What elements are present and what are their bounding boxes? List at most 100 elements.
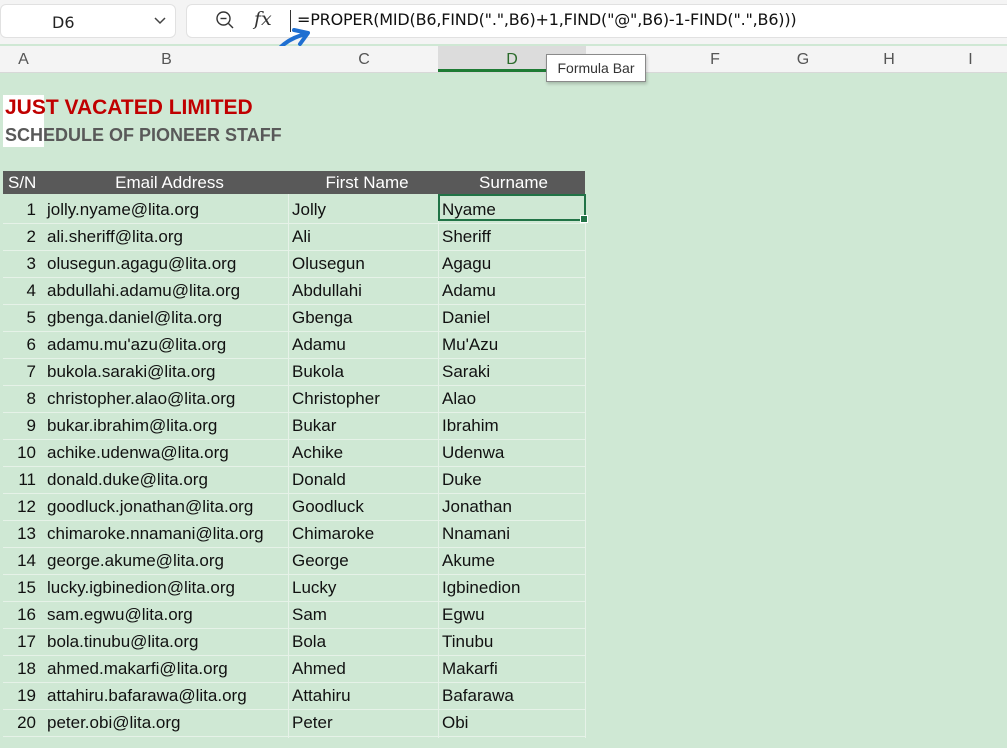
cell-surname[interactable]: Saraki [442, 358, 490, 385]
table-row: 18 ahmed.makarfi@lita.org Ahmed Makarfi [3, 655, 585, 683]
cell-email[interactable]: peter.obi@lita.org [47, 709, 181, 736]
cell-first-name[interactable]: Lucky [292, 574, 336, 601]
cell-sn[interactable]: 15 [3, 574, 36, 601]
column-header-a[interactable]: A [3, 46, 44, 72]
cell-surname[interactable]: Jonathan [442, 493, 512, 520]
column-header-bar: A B C D F G H I [0, 46, 1007, 73]
cell-surname[interactable]: Mu'Azu [442, 331, 498, 358]
column-header-g[interactable]: G [762, 46, 844, 72]
cell-sn[interactable]: 20 [3, 709, 36, 736]
cell-first-name[interactable]: Attahiru [292, 682, 351, 709]
cell-sn[interactable]: 5 [3, 304, 36, 331]
cell-first-name[interactable]: Donald [292, 466, 346, 493]
cell-surname[interactable]: Tinubu [442, 628, 493, 655]
cell-email[interactable]: ali.sheriff@lita.org [47, 223, 183, 250]
cell-first-name[interactable]: Peter [292, 709, 333, 736]
cell-sn[interactable]: 19 [3, 682, 36, 709]
cell-email[interactable]: attahiru.bafarawa@lita.org [47, 682, 247, 709]
cell-sn[interactable]: 8 [3, 385, 36, 412]
cell-first-name[interactable]: Christopher [292, 385, 380, 412]
cell-first-name[interactable]: Bukar [292, 412, 336, 439]
cell-surname[interactable]: Bafarawa [442, 682, 514, 709]
cell-surname[interactable]: Igbinedion [442, 574, 520, 601]
cell-sn[interactable]: 10 [3, 439, 36, 466]
cell-first-name[interactable]: Achike [292, 439, 343, 466]
name-box[interactable]: D6 [0, 4, 176, 38]
cell-email[interactable]: abdullahi.adamu@lita.org [47, 277, 240, 304]
cell-first-name[interactable]: Ahmed [292, 655, 346, 682]
cell-email[interactable]: sam.egwu@lita.org [47, 601, 193, 628]
cell-surname[interactable]: Akume [442, 547, 495, 574]
cell-first-name[interactable]: Adamu [292, 331, 346, 358]
cell-sn[interactable]: 4 [3, 277, 36, 304]
cell-surname[interactable]: Adamu [442, 277, 496, 304]
zoom-out-icon[interactable] [215, 10, 235, 30]
formula-bar-tooltip: Formula Bar [546, 54, 646, 82]
cell-surname[interactable]: Obi [442, 709, 468, 736]
cell-surname[interactable]: Alao [442, 385, 476, 412]
cell-email[interactable]: gbenga.daniel@lita.org [47, 304, 222, 331]
cell-email[interactable]: ahmed.makarfi@lita.org [47, 655, 228, 682]
cell-sn[interactable]: 11 [3, 466, 36, 493]
selected-cell[interactable] [438, 194, 588, 223]
cell-surname[interactable]: Daniel [442, 304, 490, 331]
cell-first-name[interactable]: Ali [292, 223, 311, 250]
cell-sn[interactable]: 18 [3, 655, 36, 682]
cell-email[interactable]: olusegun.agagu@lita.org [47, 250, 236, 277]
cell-first-name[interactable]: Goodluck [292, 493, 364, 520]
cell-email[interactable]: bukola.saraki@lita.org [47, 358, 215, 385]
cell-first-name[interactable]: Olusegun [292, 250, 365, 277]
formula-input[interactable]: =PROPER(MID(B6,FIND(".",B6)+1,FIND("@",B… [297, 10, 797, 29]
cell-first-name[interactable]: Bola [292, 628, 326, 655]
chevron-down-icon[interactable] [153, 14, 167, 28]
cell-sn[interactable]: 2 [3, 223, 36, 250]
cell-email[interactable]: bukar.ibrahim@lita.org [47, 412, 217, 439]
table-row: 17 bola.tinubu@lita.org Bola Tinubu [3, 628, 585, 656]
cell-sn[interactable]: 6 [3, 331, 36, 358]
cell-sn[interactable]: 7 [3, 358, 36, 385]
cell-surname[interactable]: Makarfi [442, 655, 498, 682]
cell-first-name[interactable]: Gbenga [292, 304, 353, 331]
cell-email[interactable]: adamu.mu'azu@lita.org [47, 331, 226, 358]
table-row: 2 ali.sheriff@lita.org Ali Sheriff [3, 223, 585, 251]
cell-email[interactable]: chimaroke.nnamani@lita.org [47, 520, 264, 547]
cell-email[interactable]: achike.udenwa@lita.org [47, 439, 229, 466]
cell-first-name[interactable]: Jolly [292, 196, 326, 223]
cell-first-name[interactable]: Abdullahi [292, 277, 362, 304]
cell-surname[interactable]: Duke [442, 466, 482, 493]
cell-sn[interactable]: 14 [3, 547, 36, 574]
cell-email[interactable]: donald.duke@lita.org [47, 466, 208, 493]
cell-surname[interactable]: Ibrahim [442, 412, 499, 439]
table-row: 10 achike.udenwa@lita.org Achike Udenwa [3, 439, 585, 467]
cell-email[interactable]: george.akume@lita.org [47, 547, 224, 574]
column-header-h[interactable]: H [844, 46, 934, 72]
cell-first-name[interactable]: George [292, 547, 349, 574]
fill-handle[interactable] [580, 215, 588, 223]
cell-email[interactable]: lucky.igbinedion@lita.org [47, 574, 235, 601]
cell-sn[interactable]: 13 [3, 520, 36, 547]
cell-sn[interactable]: 17 [3, 628, 36, 655]
cell-surname[interactable]: Nnamani [442, 520, 510, 547]
cell-email[interactable]: jolly.nyame@lita.org [47, 196, 199, 223]
cell-sn[interactable]: 9 [3, 412, 36, 439]
cell-surname[interactable]: Udenwa [442, 439, 504, 466]
cell-email[interactable]: bola.tinubu@lita.org [47, 628, 198, 655]
cell-first-name[interactable]: Bukola [292, 358, 344, 385]
cell-sn[interactable]: 3 [3, 250, 36, 277]
column-header-b[interactable]: B [44, 46, 289, 72]
table-row: 8 christopher.alao@lita.org Christopher Ala… [3, 385, 585, 413]
header-sn: S/N [8, 173, 37, 192]
cell-email[interactable]: goodluck.jonathan@lita.org [47, 493, 253, 520]
cell-email[interactable]: christopher.alao@lita.org [47, 385, 235, 412]
cell-surname[interactable]: Agagu [442, 250, 491, 277]
cell-surname[interactable]: Egwu [442, 601, 485, 628]
column-header-c[interactable]: C [289, 46, 439, 72]
cell-surname[interactable]: Sheriff [442, 223, 491, 250]
cell-sn[interactable]: 12 [3, 493, 36, 520]
cell-first-name[interactable]: Chimaroke [292, 520, 374, 547]
cell-first-name[interactable]: Sam [292, 601, 327, 628]
column-header-f[interactable]: F [668, 46, 762, 72]
cell-sn[interactable]: 16 [3, 601, 36, 628]
column-header-i[interactable]: I [934, 46, 1007, 72]
cell-sn[interactable]: 1 [3, 196, 36, 223]
